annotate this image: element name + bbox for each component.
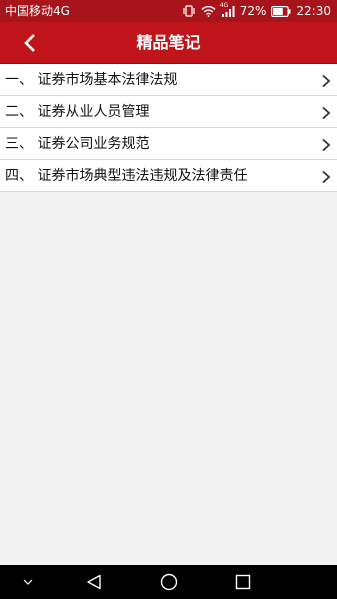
system-nav-bar (0, 565, 337, 599)
list-item[interactable]: 四、 证券市场典型违法违规及法律责任 (0, 160, 337, 192)
status-left: 中国移动4G (5, 0, 70, 22)
recents-square-icon (235, 574, 251, 590)
collapse-button[interactable] (14, 565, 42, 599)
battery-percent: 72% (239, 4, 267, 18)
app-screen: 中国移动4G 4G 72% 22:30 精品笔记 一、 证券市场基本法律法规 二… (0, 0, 337, 599)
nav-home-button[interactable] (155, 565, 183, 599)
chevron-left-icon (22, 34, 36, 52)
list-item-label: 四、 证券市场典型违法违规及法律责任 (5, 168, 248, 184)
list-item-label: 三、 证券公司业务规范 (5, 136, 150, 152)
chevron-right-icon (321, 169, 331, 184)
signal-icon: 4G (219, 2, 235, 17)
title-bar: 精品笔记 (0, 22, 337, 64)
battery-icon (271, 5, 291, 17)
clock: 22:30 (296, 4, 331, 18)
list-item[interactable]: 三、 证券公司业务规范 (0, 128, 337, 160)
nav-recents-button[interactable] (229, 565, 257, 599)
list-item[interactable]: 一、 证券市场基本法律法规 (0, 64, 337, 96)
page-title: 精品笔记 (136, 33, 201, 52)
status-bar: 中国移动4G 4G 72% 22:30 (0, 0, 337, 22)
vibrate-icon (182, 5, 196, 17)
list-item-label: 二、 证券从业人员管理 (5, 104, 150, 120)
back-triangle-icon (86, 574, 102, 590)
home-circle-icon (160, 573, 178, 591)
list-item[interactable]: 二、 证券从业人员管理 (0, 96, 337, 128)
chevron-right-icon (321, 73, 331, 88)
network-badge: 4G (219, 2, 229, 9)
status-right: 4G 72% 22:30 (182, 0, 331, 22)
chevron-right-icon (321, 105, 331, 120)
notes-list: 一、 证券市场基本法律法规 二、 证券从业人员管理 三、 证券公司业务规范 四、… (0, 64, 337, 192)
collapse-icon (23, 579, 33, 585)
carrier-name: 中国移动4G (5, 4, 70, 18)
chevron-right-icon (321, 137, 331, 152)
nav-back-button[interactable] (80, 565, 108, 599)
list-item-label: 一、 证券市场基本法律法规 (5, 72, 178, 88)
wifi-icon (201, 5, 216, 17)
back-button[interactable] (12, 27, 46, 59)
